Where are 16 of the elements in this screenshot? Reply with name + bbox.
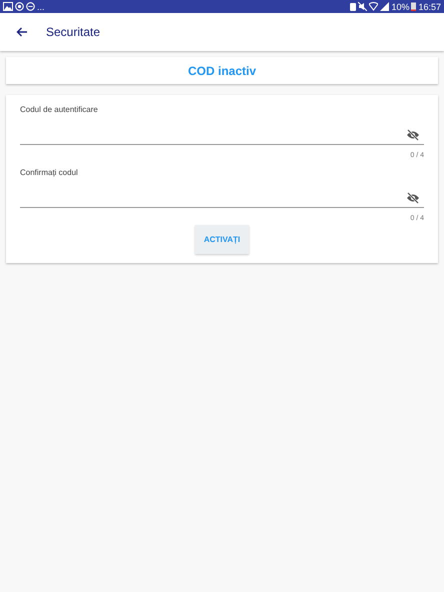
- field-label: Codul de autentificare: [20, 105, 99, 114]
- eye-off-icon[interactable]: [406, 192, 420, 204]
- signal-icon: [380, 2, 390, 11]
- image-icon: [3, 2, 13, 11]
- wifi-icon: [369, 2, 378, 11]
- field-label: Confirmați codul: [20, 168, 79, 177]
- back-button[interactable]: [14, 25, 30, 39]
- overflow-text: ...: [37, 2, 45, 12]
- activate-button[interactable]: ACTIVAȚI: [194, 225, 250, 254]
- clock: 16:57: [418, 2, 441, 12]
- battery-icon: [411, 2, 416, 11]
- eye-off-icon[interactable]: [406, 129, 420, 141]
- mute-icon: [358, 2, 368, 11]
- battery-percent: 10%: [391, 2, 410, 12]
- status-text: COD inactiv: [188, 64, 256, 78]
- screen-title: Securitate: [46, 25, 100, 39]
